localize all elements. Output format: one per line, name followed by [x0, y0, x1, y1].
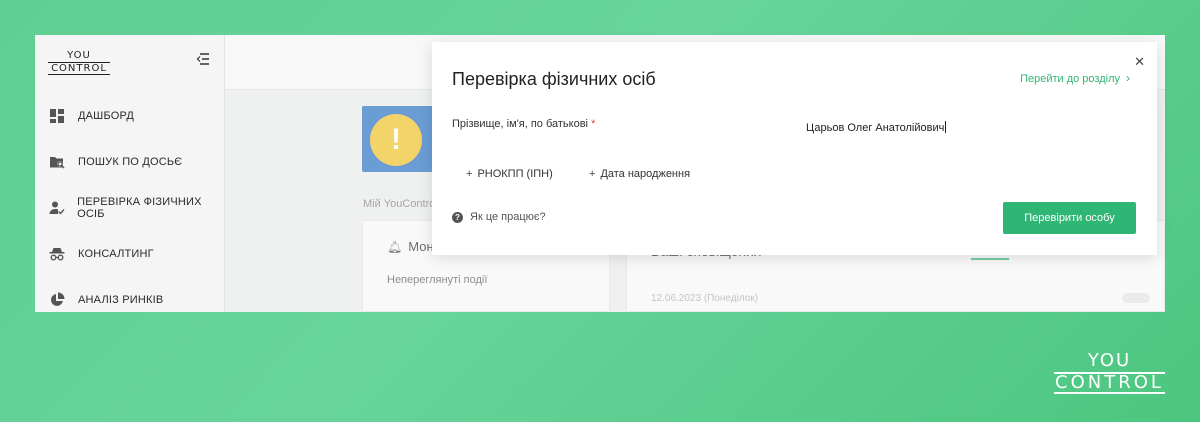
watermark-line2: CONTROL [1054, 372, 1165, 394]
sidebar-item-dashboard[interactable]: ДАШБОРД [35, 93, 225, 139]
exclamation-icon: ! [370, 114, 422, 166]
full-name-input[interactable]: Царьов Олег Анатолійович [806, 121, 1116, 135]
sidebar: YOU CONTROL ДАШБОРД ПОШУК ПО ДОСЬЄ ПЕРЕВ… [35, 35, 225, 312]
sidebar-nav: ДАШБОРД ПОШУК ПО ДОСЬЄ ПЕРЕВІРКА ФІЗИЧНИ… [35, 93, 225, 312]
plus-icon: + [466, 168, 473, 180]
full-name-label-text: Прізвище, ім'я, по батькові [452, 118, 588, 130]
youcontrol-watermark-logo: YOU CONTROL [1054, 352, 1165, 394]
watermark-line1: YOU [1087, 350, 1132, 371]
sidebar-item-label: АНАЛІЗ РИНКІВ [78, 294, 164, 306]
goto-section-text: Перейти до розділу [1020, 73, 1120, 85]
modal-title: Перевірка фізичних осіб [452, 69, 656, 89]
sidebar-item-label: ПЕРЕВІРКА ФІЗИЧНИХ ОСІБ [77, 196, 202, 220]
goto-section-link[interactable]: Перейти до розділу › [1020, 71, 1130, 85]
sidebar-item-dossier-search[interactable]: ПОШУК ПО ДОСЬЄ [35, 139, 225, 185]
notification-badge [1122, 293, 1150, 303]
add-tax-id-button[interactable]: + РНОКПП (ІПН) [466, 168, 553, 180]
sidebar-item-consulting[interactable]: КОНСАЛТИНГ [35, 231, 225, 277]
check-person-button[interactable]: Перевірити особу [1003, 202, 1136, 234]
how-it-works-text: Як це працює? [470, 211, 546, 223]
sidebar-item-label: ПОШУК ПО ДОСЬЄ [78, 156, 183, 168]
spy-icon [48, 245, 66, 263]
folder-search-icon [48, 153, 66, 171]
person-check-icon [48, 199, 65, 217]
my-youcontrol-label: Мій YouContro [363, 198, 436, 210]
full-name-value: Царьов Олег Анатолійович [806, 122, 945, 134]
bell-icon: 🔔︎ [387, 240, 403, 254]
unviewed-events-label: Непереглянуті події [387, 274, 488, 286]
text-cursor [945, 121, 947, 133]
sidebar-item-market-analysis[interactable]: АНАЛІЗ РИНКІВ [35, 277, 225, 312]
chevron-right-icon: › [1126, 71, 1130, 85]
required-asterisk: * [591, 118, 596, 130]
add-birthdate-label: Дата народження [600, 168, 691, 180]
sidebar-item-label: КОНСАЛТИНГ [78, 248, 154, 260]
menu-collapse-icon[interactable] [196, 53, 212, 69]
sidebar-item-label: ДАШБОРД [78, 110, 134, 122]
add-tax-id-label: РНОКПП (ІПН) [477, 168, 553, 180]
app-logo[interactable]: YOU CONTROL [48, 50, 110, 75]
person-check-modal: Перевірка фізичних осіб ✕ Перейти до роз… [432, 42, 1157, 255]
how-it-works-link[interactable]: ? Як це працює? [452, 211, 546, 223]
logo-line2: CONTROL [48, 62, 110, 75]
dashboard-icon [48, 107, 66, 125]
pie-chart-icon [48, 291, 66, 309]
question-icon: ? [452, 211, 463, 223]
sidebar-item-person-check[interactable]: ПЕРЕВІРКА ФІЗИЧНИХ ОСІБ [35, 185, 225, 231]
close-icon[interactable]: ✕ [1134, 54, 1145, 70]
add-birthdate-button[interactable]: + Дата народження [589, 168, 690, 180]
logo-line1: YOU [67, 50, 91, 61]
full-name-label: Прізвище, ім'я, по батькові * [452, 118, 595, 130]
plus-icon: + [589, 168, 596, 180]
notification-date: 12.06.2023 (Понеділок) [651, 293, 759, 304]
